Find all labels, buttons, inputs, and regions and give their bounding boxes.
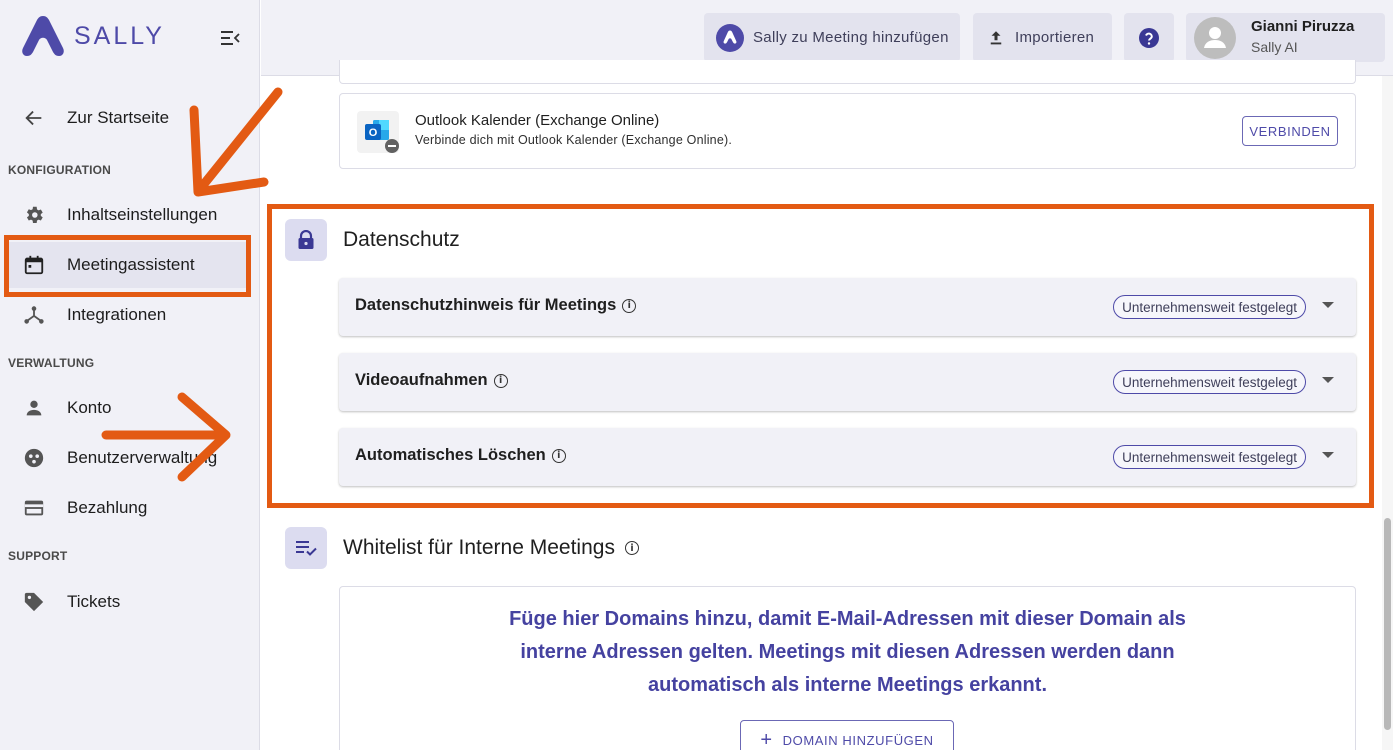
svg-text:O: O (369, 127, 378, 139)
section-heading-konfiguration: KONFIGURATION (8, 163, 112, 177)
user-org: Sally AI (1251, 39, 1298, 55)
scrollbar-thumb[interactable] (1384, 518, 1391, 730)
user-name: Gianni Piruzza (1251, 18, 1355, 35)
back-label: Zur Startseite (67, 108, 170, 127)
plus-icon: + (760, 729, 773, 750)
whitelist-section-title: Whitelist für Interne Meetings i (343, 536, 639, 560)
sally-logo-icon (716, 23, 744, 52)
brand-name: SALLY (74, 21, 165, 50)
highlight-box-privacy (267, 204, 1374, 508)
previous-integration-card (339, 60, 1356, 84)
annotation-arrow-right-icon (101, 392, 231, 482)
tag-icon (22, 590, 46, 614)
outlook-description: Verbinde dich mit Outlook Kalender (Exch… (415, 133, 733, 147)
help-icon (1139, 27, 1159, 48)
outlook-icon: O (357, 111, 399, 153)
add-domain-button[interactable]: + DOMAIN HINZUFÜGEN (740, 720, 954, 750)
add-domain-label: DOMAIN HINZUFÜGEN (782, 732, 934, 748)
whitelist-description-line: Füge hier Domains hinzu, damit E-Mail-Ad… (509, 608, 1186, 630)
sidebar-item-label: Tickets (67, 592, 121, 611)
users-icon (22, 446, 46, 470)
help-button[interactable] (1124, 13, 1174, 62)
section-heading-verwaltung: VERWALTUNG (8, 356, 95, 370)
list-icon-tile (285, 527, 327, 569)
sidebar-item-tickets[interactable]: Tickets (0, 579, 260, 625)
gear-icon (22, 203, 46, 227)
whitelist-description-line: automatisch als interne Meetings erkannt… (648, 674, 1047, 696)
whitelist-description-line: interne Adressen gelten. Meetings mit di… (520, 641, 1175, 663)
whitelist-title-text: Whitelist für Interne Meetings (343, 536, 615, 559)
add-to-meeting-button[interactable]: Sally zu Meeting hinzufügen (704, 13, 960, 62)
sidebar-item-label: Integrationen (67, 305, 167, 324)
credit-card-icon (22, 496, 46, 520)
annotation-arrow-down-left-icon (189, 87, 283, 197)
playlist-check-icon (296, 541, 317, 556)
outlook-integration-card: O Outlook Kalender (Exchange Online) Ver… (339, 93, 1356, 169)
import-label: Importieren (1015, 29, 1095, 46)
sidebar-item-label: Bezahlung (67, 498, 148, 517)
connect-outlook-button[interactable]: VERBINDEN (1242, 116, 1338, 146)
avatar (1194, 16, 1236, 59)
arrow-left-icon (22, 106, 46, 130)
sidebar-item-bezahlung[interactable]: Bezahlung (0, 485, 260, 531)
whitelist-description: Füge hier Domains hinzu, damit E-Mail-Ad… (339, 603, 1356, 702)
sidebar-item-integrationen[interactable]: Integrationen (0, 292, 260, 338)
sally-logo-icon (22, 16, 64, 56)
info-icon[interactable]: i (624, 541, 639, 555)
add-to-meeting-label: Sally zu Meeting hinzufügen (753, 29, 949, 46)
logo[interactable]: SALLY (20, 14, 165, 58)
integrations-icon (22, 303, 46, 327)
user-menu[interactable]: Gianni Piruzza Sally AI (1186, 13, 1385, 62)
person-icon (22, 396, 46, 420)
highlight-box-sidebar (4, 235, 251, 297)
outlook-title: Outlook Kalender (Exchange Online) (415, 112, 660, 129)
collapse-menu-icon[interactable] (218, 26, 242, 50)
import-button[interactable]: Importieren (973, 13, 1112, 62)
upload-icon (990, 30, 1002, 44)
section-heading-support: SUPPORT (8, 549, 68, 563)
